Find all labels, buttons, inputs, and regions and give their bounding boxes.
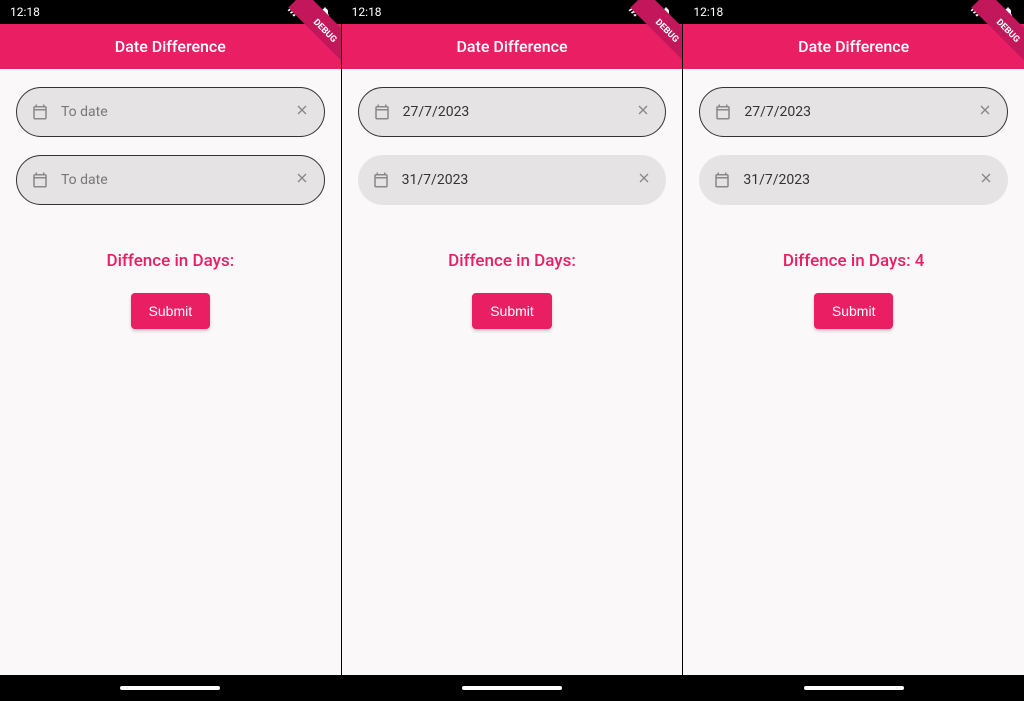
content: 27/7/2023 31/7/2023 Diffence in Days: Su…: [342, 69, 683, 675]
status-time: 12:18: [693, 5, 723, 19]
to-date-field[interactable]: To date: [16, 155, 325, 205]
phone-screen-1: 12:18 Date Difference DEBUG To date To d…: [0, 0, 341, 701]
clear-icon[interactable]: [636, 170, 652, 190]
field-placeholder: To date: [61, 104, 294, 120]
nav-handle[interactable]: [804, 686, 904, 690]
to-date-field[interactable]: 31/7/2023: [699, 155, 1008, 205]
content: To date To date Diffence in Days: Submit: [0, 69, 341, 675]
nav-bar: [0, 675, 341, 701]
calendar-icon: [713, 171, 731, 189]
app-bar: Date Difference DEBUG: [0, 24, 341, 69]
nav-bar: [342, 675, 683, 701]
clear-icon[interactable]: [635, 102, 651, 122]
phone-screen-2: 12:18 Date Difference DEBUG 27/7/2023 31…: [341, 0, 683, 701]
status-bar: 12:18: [683, 0, 1024, 24]
result-label: Diffence in Days: 4: [783, 251, 925, 271]
field-value: 31/7/2023: [743, 172, 978, 188]
calendar-icon: [714, 103, 732, 121]
app-title: Date Difference: [456, 37, 567, 56]
field-value: 31/7/2023: [402, 172, 637, 188]
field-value: 27/7/2023: [744, 104, 977, 120]
app-title: Date Difference: [798, 37, 909, 56]
clear-icon[interactable]: [978, 170, 994, 190]
field-placeholder: To date: [61, 172, 294, 188]
status-time: 12:18: [10, 5, 40, 19]
submit-button[interactable]: Submit: [472, 293, 552, 329]
app-bar: Date Difference DEBUG: [342, 24, 683, 69]
from-date-field[interactable]: 27/7/2023: [358, 87, 667, 137]
clear-icon[interactable]: [294, 102, 310, 122]
calendar-icon: [372, 171, 390, 189]
result-label: Diffence in Days:: [448, 251, 576, 271]
submit-button[interactable]: Submit: [814, 293, 894, 329]
to-date-field[interactable]: 31/7/2023: [358, 155, 667, 205]
app-title: Date Difference: [115, 37, 226, 56]
calendar-icon: [31, 103, 49, 121]
status-time: 12:18: [352, 5, 382, 19]
phone-screen-3: 12:18 Date Difference DEBUG 27/7/2023 31…: [682, 0, 1024, 701]
result-label: Diffence in Days:: [106, 251, 234, 271]
nav-bar: [683, 675, 1024, 701]
content: 27/7/2023 31/7/2023 Diffence in Days: 4 …: [683, 69, 1024, 675]
from-date-field[interactable]: 27/7/2023: [699, 87, 1008, 137]
clear-icon[interactable]: [977, 102, 993, 122]
from-date-field[interactable]: To date: [16, 87, 325, 137]
app-bar: Date Difference DEBUG: [683, 24, 1024, 69]
status-bar: 12:18: [0, 0, 341, 24]
status-bar: 12:18: [342, 0, 683, 24]
calendar-icon: [373, 103, 391, 121]
clear-icon[interactable]: [294, 170, 310, 190]
calendar-icon: [31, 171, 49, 189]
submit-button[interactable]: Submit: [131, 293, 211, 329]
field-value: 27/7/2023: [403, 104, 636, 120]
nav-handle[interactable]: [120, 686, 220, 690]
nav-handle[interactable]: [462, 686, 562, 690]
